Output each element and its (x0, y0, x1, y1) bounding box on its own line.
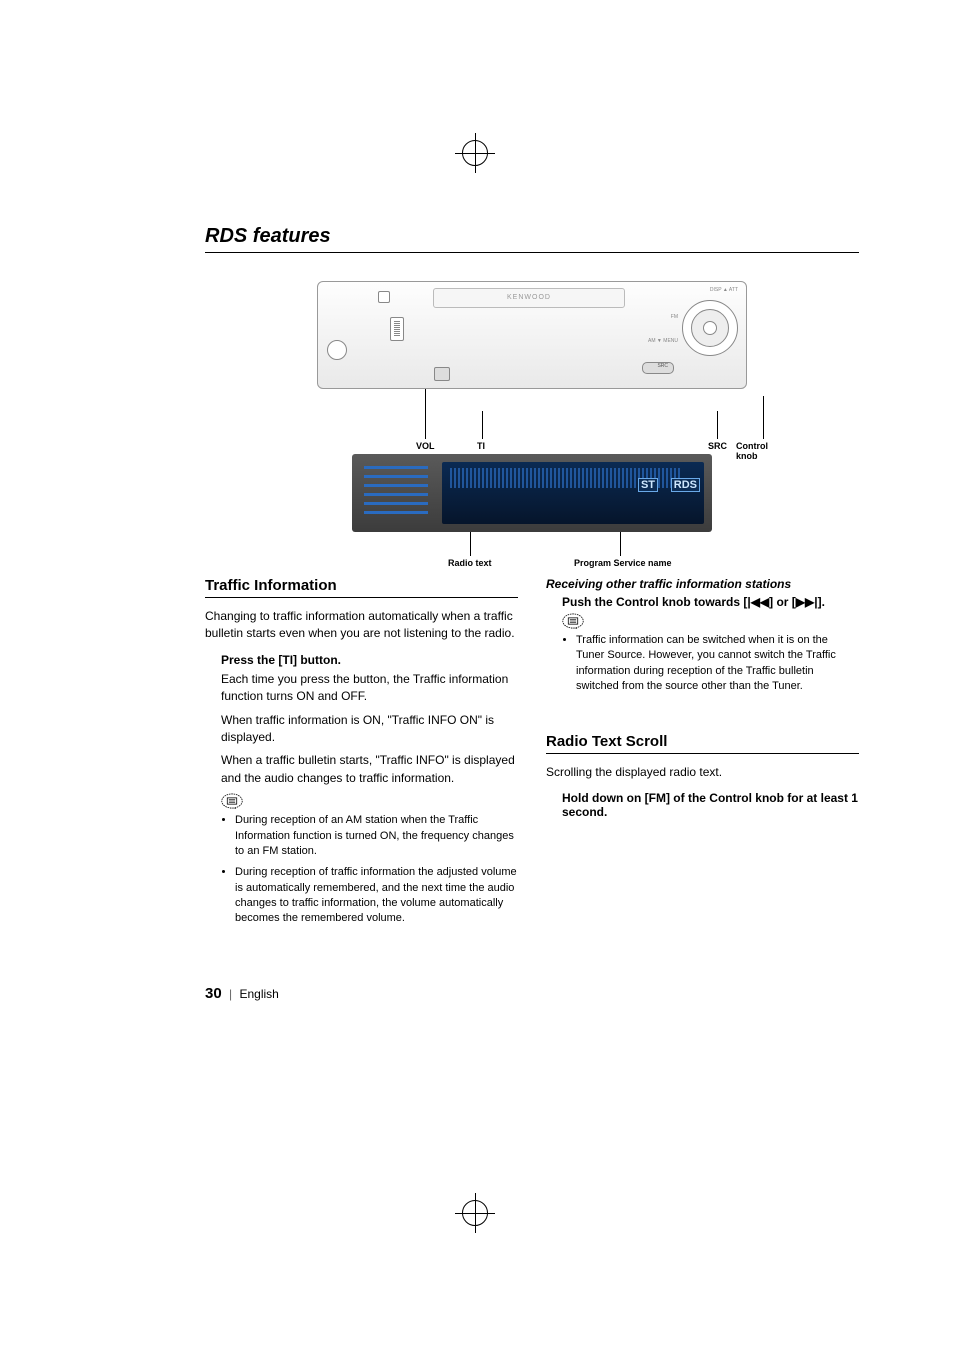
registration-mark-icon (462, 140, 488, 166)
traffic-step-body-2: When traffic information is ON, "Traffic… (221, 712, 518, 747)
callout-line (470, 532, 471, 556)
display-panel: ST RDS (352, 454, 712, 532)
callout-label-src: SRC (708, 441, 727, 451)
callout-line (425, 389, 426, 439)
display-left-bars-icon (364, 466, 428, 520)
heading-receiving-other-stations: Receiving other traffic information stat… (546, 577, 859, 591)
traffic-note-1: During reception of an AM station when t… (235, 813, 518, 859)
fm-label: FM (671, 314, 678, 320)
ti-button-icon (434, 367, 450, 381)
callout-line (482, 411, 483, 439)
rds-indicator: RDS (671, 478, 700, 492)
page-number: 30 (205, 985, 222, 1002)
display-panel-diagram: ST RDS Radio text Program Service name (352, 454, 712, 532)
heading-traffic-information: Traffic Information (205, 577, 518, 598)
registration-mark-icon (462, 1200, 488, 1226)
footer-language: English (240, 987, 279, 1001)
page-title: RDS features (205, 225, 859, 248)
footer-separator: | (229, 987, 232, 1001)
next-button-icon (390, 317, 404, 341)
receiving-step-block: Push the Control knob towards [|◀◀] or [… (562, 595, 859, 695)
radio-text-scroll-step: Hold down on [FM] of the Control knob fo… (562, 791, 859, 819)
callout-label-vol: VOL (416, 441, 435, 451)
receiving-note-1: Traffic information can be switched when… (576, 633, 859, 695)
callout-line (763, 396, 764, 439)
st-indicator: ST (638, 478, 658, 492)
traffic-step-body-1: Each time you press the button, the Traf… (221, 671, 518, 706)
radio-text-scroll-intro: Scrolling the displayed radio text. (546, 764, 859, 781)
radio-body: KENWOOD FM AM ▼ MENU SRC DISP ▲ ATT (317, 281, 747, 389)
traffic-step-body-3: When a traffic bulletin starts, "Traffic… (221, 752, 518, 787)
note-icon (562, 613, 584, 629)
radio-screen: KENWOOD (433, 288, 625, 308)
traffic-step-title: Press the [TI] button. (221, 653, 518, 667)
receiving-push-line: Push the Control knob towards [|◀◀] or [… (562, 595, 859, 609)
traffic-intro: Changing to traffic information automati… (205, 608, 518, 643)
title-rule (205, 252, 859, 253)
am-label: AM ▼ MENU (648, 338, 678, 344)
traffic-notes-list: During reception of an AM station when t… (221, 813, 518, 927)
control-knob-center-icon (703, 321, 717, 335)
volume-knob-icon (327, 340, 347, 360)
callout-label-control-knob: Control knob (736, 441, 768, 461)
receiving-notes-list: Traffic information can be switched when… (562, 633, 859, 695)
traffic-step-block: Press the [TI] button. Each time you pre… (221, 653, 518, 927)
callout-line (717, 411, 718, 439)
callout-line (620, 532, 621, 556)
radio-text-scroll-step-block: Hold down on [FM] of the Control knob fo… (562, 791, 859, 819)
up-button-icon (378, 291, 390, 303)
src-label: SRC (657, 363, 668, 369)
note-icon (221, 793, 243, 809)
callout-label-program-service: Program Service name (574, 558, 672, 568)
manual-page: RDS features NEXT KENWOOD FM AM ▼ MENU S… (0, 0, 954, 1062)
page-footer: 30 | English (205, 985, 859, 1002)
right-column: Receiving other traffic information stat… (546, 577, 859, 935)
callout-label-radio-text: Radio text (448, 558, 492, 568)
left-column: Traffic Information Changing to traffic … (205, 577, 518, 935)
content-columns: Traffic Information Changing to traffic … (205, 577, 859, 935)
att-label: DISP ▲ ATT (710, 287, 738, 293)
radio-faceplate-diagram: NEXT KENWOOD FM AM ▼ MENU SRC DISP ▲ ATT… (317, 281, 747, 389)
traffic-note-2: During reception of traffic information … (235, 865, 518, 927)
callout-label-ti: TI (477, 441, 485, 451)
heading-radio-text-scroll: Radio Text Scroll (546, 733, 859, 754)
